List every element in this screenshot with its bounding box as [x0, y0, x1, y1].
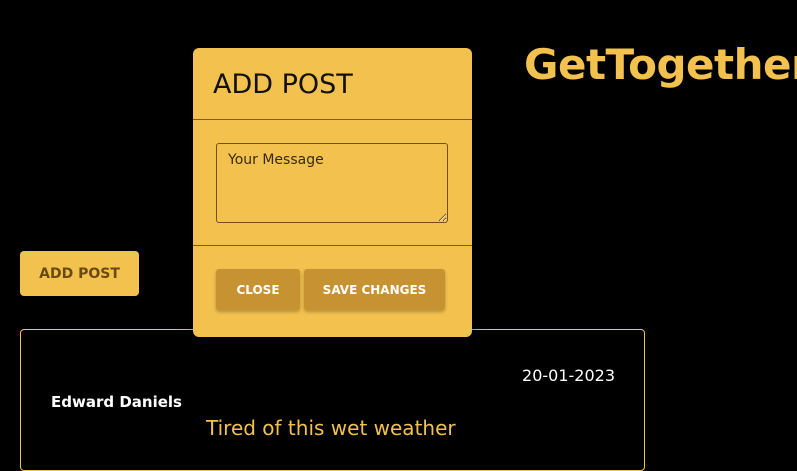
message-input[interactable] [216, 143, 448, 223]
add-post-button[interactable]: ADD POST [20, 251, 139, 296]
modal-body [193, 120, 472, 246]
post-date: 20-01-2023 [522, 366, 615, 385]
post-title: Tired of this wet weather [206, 416, 456, 440]
modal-title: ADD POST [213, 69, 353, 100]
brand-title: GetTogether [524, 40, 797, 89]
post-card: 20-01-2023 Edward Daniels Tired of this … [20, 329, 645, 471]
add-post-modal: ADD POST CLOSE SAVE CHANGES [193, 48, 472, 337]
modal-header: ADD POST [193, 48, 472, 120]
save-changes-button[interactable]: SAVE CHANGES [304, 269, 445, 310]
post-author: Edward Daniels [51, 393, 182, 411]
close-button[interactable]: CLOSE [216, 269, 300, 310]
modal-footer: CLOSE SAVE CHANGES [193, 246, 472, 338]
